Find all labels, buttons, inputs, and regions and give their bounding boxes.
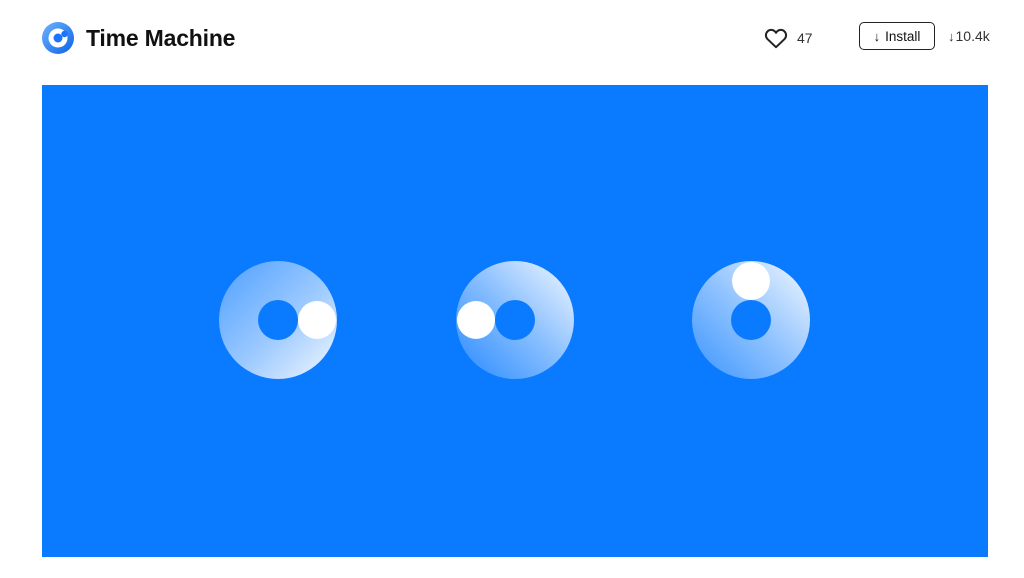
loading-ring-icon: [692, 261, 810, 379]
app-header: Time Machine 47 ↓ Install ↓ 10.4k: [0, 0, 1024, 76]
time-machine-logo-icon: [42, 22, 74, 54]
install-button[interactable]: ↓ Install: [859, 22, 935, 50]
app-page: Time Machine 47 ↓ Install ↓ 10.4k: [0, 0, 1024, 578]
download-count-value: 10.4k: [955, 28, 990, 44]
like-count: 47: [797, 30, 813, 46]
install-label: Install: [885, 28, 921, 44]
loading-ring-icon: [456, 261, 574, 379]
like-button[interactable]: 47: [764, 24, 813, 52]
loading-ring-icon: [219, 261, 337, 379]
arrow-down-icon: ↓: [873, 28, 881, 44]
preview-image: [42, 85, 988, 557]
download-count: ↓ 10.4k: [948, 28, 990, 44]
app-title: Time Machine: [86, 25, 236, 51]
arrow-down-icon: ↓: [948, 28, 955, 44]
heart-icon: [764, 28, 788, 49]
